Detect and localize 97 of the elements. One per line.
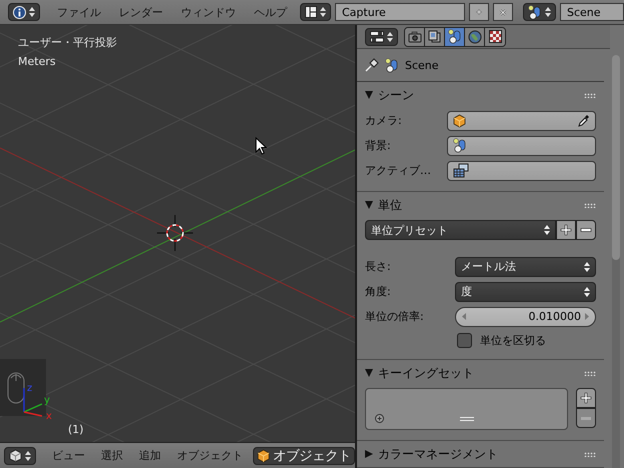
frame-number: (1) bbox=[68, 423, 84, 436]
axis-gizmo-drawing bbox=[22, 387, 44, 417]
globe-icon bbox=[468, 30, 482, 44]
field-label: アクティブ… bbox=[365, 163, 432, 178]
field-label: 角度: bbox=[365, 284, 392, 299]
close-icon bbox=[500, 6, 506, 18]
properties-tab[interactable] bbox=[485, 28, 505, 46]
list-box[interactable] bbox=[365, 388, 568, 430]
updown-icon bbox=[25, 450, 31, 460]
properties-tab[interactable] bbox=[425, 28, 445, 46]
updown-icon bbox=[29, 7, 35, 17]
menu-item[interactable]: ビュー bbox=[44, 448, 93, 463]
view-name: ユーザー・平行投影 bbox=[18, 35, 117, 50]
checkbox[interactable] bbox=[457, 332, 472, 348]
updown-icon bbox=[584, 262, 590, 272]
scene-dropdown[interactable] bbox=[523, 3, 556, 21]
panel-header[interactable]: カラーマネージメント bbox=[357, 441, 604, 467]
scene-icon bbox=[453, 138, 467, 153]
film-clip-icon bbox=[453, 163, 469, 178]
field-label: 単位の倍率: bbox=[365, 309, 425, 324]
menu-item[interactable]: ウィンドウ bbox=[172, 4, 245, 20]
add-button[interactable] bbox=[556, 220, 576, 240]
remove-button[interactable] bbox=[576, 408, 596, 428]
resize-grip-icon[interactable] bbox=[460, 417, 474, 421]
preset-dropdown[interactable]: 単位プリセット bbox=[365, 220, 556, 240]
navigation-panel bbox=[0, 359, 46, 416]
layout-name-field[interactable]: Capture bbox=[335, 3, 465, 21]
updown-icon bbox=[387, 32, 393, 42]
editor-type-dropdown[interactable] bbox=[4, 446, 36, 464]
field-label: 長さ: bbox=[365, 259, 392, 274]
info-icon bbox=[13, 6, 26, 18]
properties-tab[interactable] bbox=[445, 28, 465, 46]
cube-icon bbox=[257, 448, 270, 462]
data-field[interactable] bbox=[447, 110, 596, 130]
mouse-pointer-icon bbox=[255, 137, 267, 155]
remove-button[interactable] bbox=[576, 220, 596, 240]
minus-icon bbox=[581, 416, 591, 420]
drag-handle-icon[interactable] bbox=[584, 202, 596, 208]
scene-icon bbox=[385, 58, 399, 73]
drag-handle-icon[interactable] bbox=[584, 452, 596, 456]
plus-icon bbox=[476, 6, 482, 18]
camera-icon bbox=[408, 30, 422, 43]
menu-item[interactable]: 選択 bbox=[93, 448, 131, 463]
panel-title: 単位 bbox=[378, 196, 402, 214]
minus-icon bbox=[580, 228, 592, 232]
axis-label: x bbox=[46, 411, 52, 422]
cube-icon bbox=[9, 449, 22, 462]
menu-item[interactable]: レンダー bbox=[110, 4, 172, 20]
drag-handle-icon[interactable] bbox=[584, 370, 596, 376]
breadcrumb-label: Scene bbox=[405, 58, 439, 72]
updown-icon bbox=[545, 7, 551, 17]
close-button[interactable] bbox=[493, 3, 513, 21]
mode-dropdown[interactable]: オブジェクト bbox=[253, 446, 355, 464]
menu-item[interactable]: 追加 bbox=[131, 448, 169, 463]
layers-icon bbox=[428, 30, 442, 44]
panel-header[interactable]: シーン bbox=[357, 82, 604, 108]
axis-label: z bbox=[27, 383, 32, 394]
updown-icon bbox=[544, 225, 550, 235]
panel-header[interactable]: 単位 bbox=[357, 192, 604, 218]
unit-label: Meters bbox=[18, 55, 56, 68]
scene-icon bbox=[448, 29, 462, 44]
editor-type-dropdown[interactable] bbox=[8, 3, 40, 21]
scene-name-field[interactable]: Scene bbox=[560, 3, 624, 21]
dropdown[interactable]: 度 bbox=[455, 282, 596, 302]
mouse-icon bbox=[7, 372, 25, 404]
properties-icon bbox=[370, 30, 384, 43]
panel-title: カラーマネージメント bbox=[378, 446, 498, 462]
scrollbar[interactable] bbox=[612, 55, 620, 468]
add-circle-icon[interactable] bbox=[375, 414, 384, 423]
drag-handle-icon[interactable] bbox=[584, 92, 596, 98]
checker-icon bbox=[488, 30, 502, 44]
eyedropper-icon[interactable] bbox=[578, 114, 590, 127]
layout-dropdown[interactable] bbox=[300, 3, 331, 21]
updown-icon bbox=[584, 286, 590, 296]
menu-item[interactable]: ファイル bbox=[48, 4, 110, 20]
panel-title: キーイングセット bbox=[378, 364, 474, 382]
3d-cursor-icon bbox=[157, 215, 193, 251]
field-label: カメラ: bbox=[365, 113, 403, 128]
pin-icon[interactable] bbox=[365, 58, 379, 72]
dropdown[interactable]: メートル法 bbox=[455, 256, 596, 276]
checkbox-label: 単位を区切る bbox=[480, 332, 546, 348]
menu-item[interactable]: オブジェクト bbox=[169, 448, 251, 463]
cube-icon bbox=[453, 114, 466, 128]
updown-icon bbox=[320, 7, 326, 17]
field-label: 背景: bbox=[365, 138, 392, 153]
plus-icon bbox=[580, 392, 592, 404]
data-field[interactable] bbox=[447, 160, 596, 180]
layout-icon bbox=[305, 6, 317, 18]
axis-label: y bbox=[44, 395, 50, 406]
editor-type-dropdown[interactable] bbox=[365, 28, 398, 46]
data-field[interactable] bbox=[447, 136, 596, 156]
panel-header[interactable]: キーイングセット bbox=[357, 360, 604, 386]
plus-icon bbox=[560, 224, 572, 236]
add-button[interactable] bbox=[576, 388, 596, 408]
panel-title: シーン bbox=[378, 86, 414, 104]
menu-item[interactable]: ヘルプ bbox=[245, 4, 296, 20]
scene-icon bbox=[528, 4, 542, 20]
